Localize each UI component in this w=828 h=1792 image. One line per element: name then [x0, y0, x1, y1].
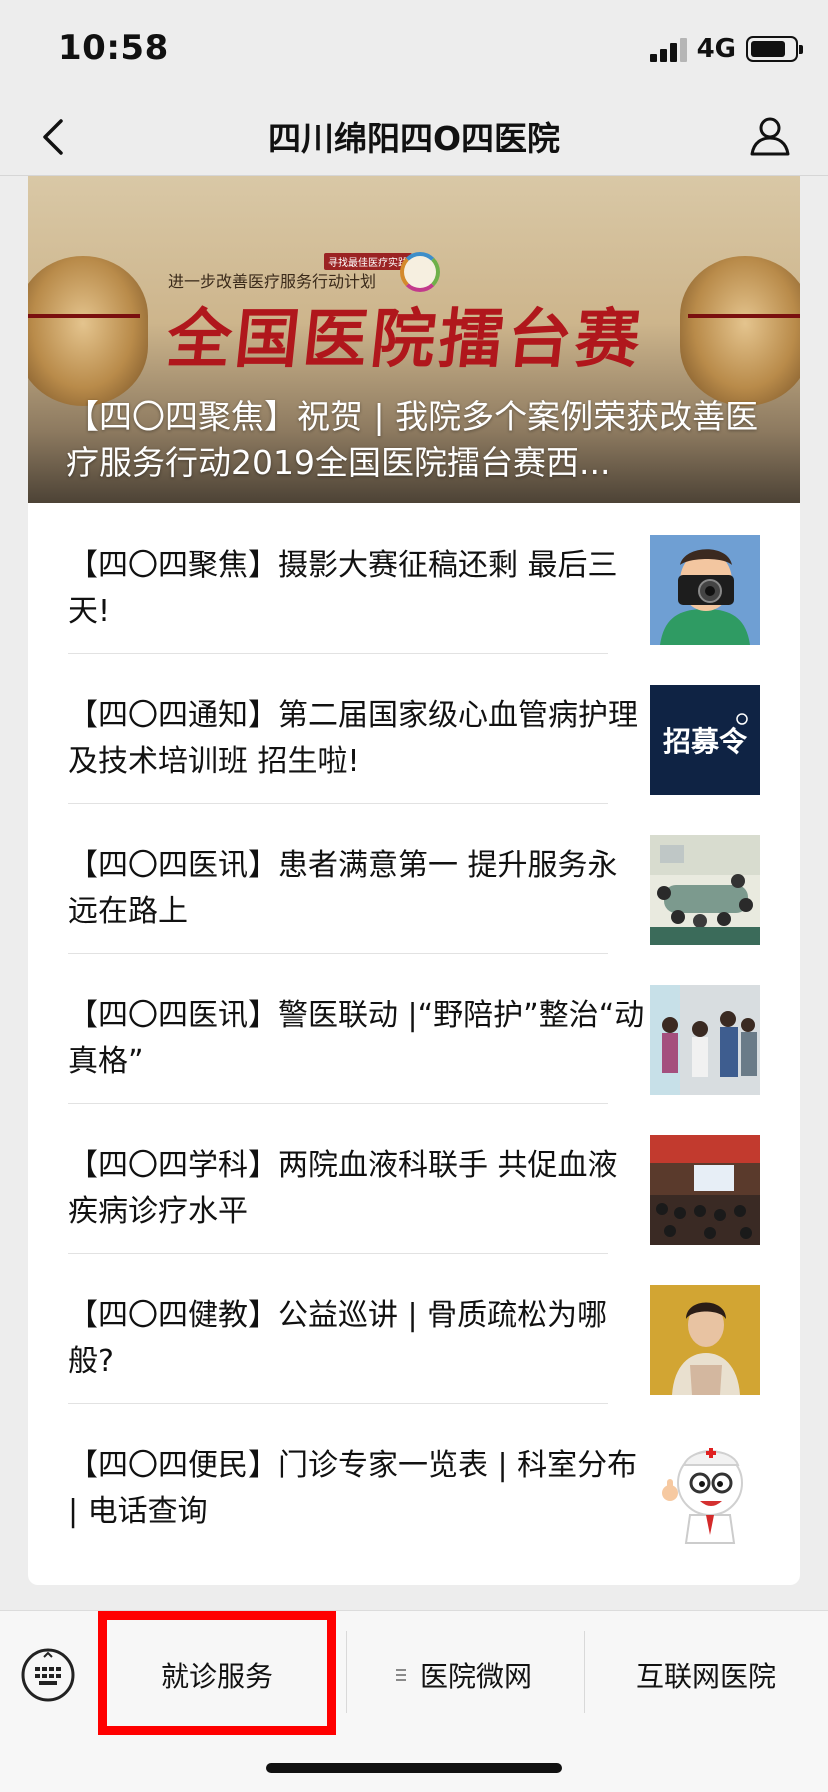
article-title: 【四〇四聚焦】摄影大赛征稿还剩 最后三天! — [68, 548, 618, 629]
police-thumbnail — [650, 985, 760, 1095]
article-title: 【四〇四医讯】患者满意第一 提升服务永远在路上 — [68, 848, 618, 929]
featured-article[interactable]: 寻找最佳医疗实践 进一步改善医疗服务行动计划 全国医院擂台赛 【四〇四聚焦】祝贺… — [28, 176, 800, 503]
menu-item-label: 互联网医院 — [635, 1660, 776, 1693]
list-item[interactable]: 【四〇四医讯】警医联动 |“野陪护”整治“动真格” — [28, 953, 800, 1103]
article-title: 【四〇四医讯】警医联动 |“野陪护”整治“动真格” — [68, 998, 645, 1079]
submenu-icon — [395, 1669, 406, 1681]
featured-title: 【四〇四聚焦】祝贺 | 我院多个案例荣获改善医疗服务行动2019全国医院擂台赛西… — [66, 397, 759, 482]
nav-bar: 四川绵阳四O四医院 — [0, 98, 828, 176]
article-title: 【四〇四通知】第二届国家级心血管病护理及技术培训班 招生啦! — [68, 698, 638, 779]
keyboard-icon — [21, 1648, 75, 1702]
list-item[interactable]: 【四〇四聚焦】摄影大赛征稿还剩 最后三天! — [28, 503, 800, 653]
contest-logo-icon — [400, 252, 440, 292]
status-bar: 10:58 4G — [0, 0, 828, 98]
menu-item-internet-hospital[interactable]: 互联网医院 — [584, 1637, 828, 1713]
home-indicator — [266, 1763, 562, 1773]
recruit-text: 招募令 — [663, 725, 748, 758]
menu-item-label: 医院微网 — [419, 1660, 532, 1693]
list-item[interactable]: 【四〇四便民】门诊专家一览表 | 科室分布 | 电话查询 — [28, 1403, 800, 1553]
keyboard-toggle-button[interactable] — [20, 1647, 76, 1703]
status-time: 10:58 — [58, 28, 169, 68]
article-title: 【四〇四学科】两院血液科联手 共促血液疾病诊疗水平 — [68, 1148, 618, 1229]
list-item[interactable]: 【四〇四医讯】患者满意第一 提升服务永远在路上 — [28, 803, 800, 953]
list-item[interactable]: 【四〇四健教】公益巡讲 | 骨质疏松为哪般? — [28, 1253, 800, 1403]
battery-icon — [746, 36, 803, 62]
speaker-thumbnail — [650, 1285, 760, 1395]
drum-image — [680, 256, 800, 406]
recruit-thumbnail: 招募令 — [650, 685, 760, 795]
list-item[interactable]: 【四〇四学科】两院血液科联手 共促血液疾病诊疗水平 — [28, 1103, 800, 1253]
highlight-annotation — [98, 1611, 336, 1735]
article-title: 【四〇四便民】门诊专家一览表 | 科室分布 | 电话查询 — [68, 1448, 638, 1529]
menu-item-hospital-microsite[interactable]: 医院微网 — [346, 1637, 582, 1713]
page-title: 四川绵阳四O四医院 — [267, 119, 561, 158]
lecture-thumbnail — [650, 1135, 760, 1245]
article-card: 寻找最佳医疗实践 进一步改善医疗服务行动计划 全国医院擂台赛 【四〇四聚焦】祝贺… — [28, 176, 800, 1585]
status-indicators: 4G — [649, 32, 803, 66]
network-label: 4G — [696, 34, 736, 64]
profile-button[interactable] — [742, 108, 798, 164]
banner-calligraphy: 全国医院擂台赛 — [163, 302, 648, 377]
photographer-thumbnail — [650, 535, 760, 645]
meeting-thumbnail — [650, 835, 760, 945]
user-icon — [750, 117, 790, 156]
doctor-cartoon-thumbnail — [650, 1435, 760, 1545]
drum-image — [28, 256, 148, 406]
article-list: 【四〇四聚焦】摄影大赛征稿还剩 最后三天! 【四〇四通知】第二届国家级心血管病护… — [28, 503, 800, 1553]
list-item[interactable]: 【四〇四通知】第二届国家级心血管病护理及技术培训班 招生啦! 招募令 — [28, 653, 800, 803]
signal-icon — [649, 36, 687, 62]
article-title: 【四〇四健教】公益巡讲 | 骨质疏松为哪般? — [68, 1298, 608, 1379]
